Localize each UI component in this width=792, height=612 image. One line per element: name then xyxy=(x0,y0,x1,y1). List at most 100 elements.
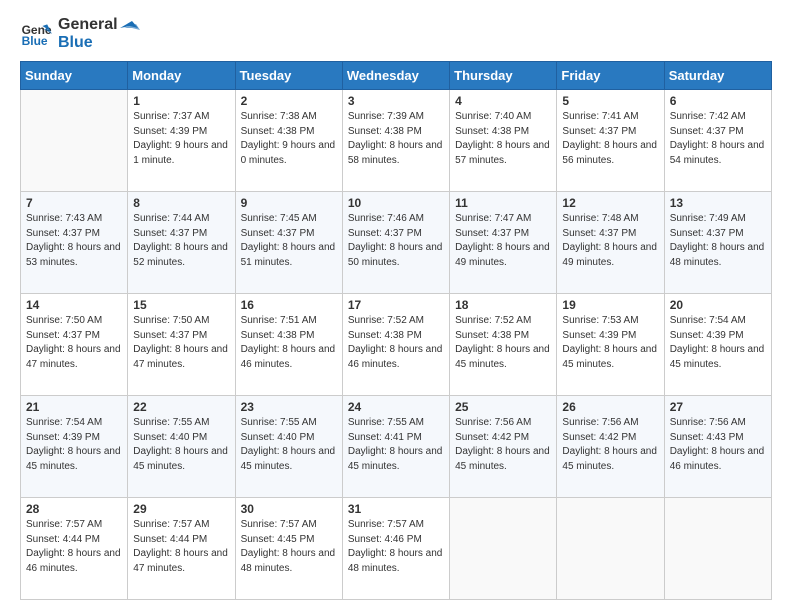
day-number: 16 xyxy=(241,298,337,312)
day-number: 28 xyxy=(26,502,122,516)
daylight-text: Daylight: 8 hours and 53 minutes. xyxy=(26,241,122,270)
calendar-cell: 21 Sunrise: 7:54 AM Sunset: 4:39 PM Dayl… xyxy=(21,396,128,498)
sunrise-text: Sunrise: 7:55 AM xyxy=(133,416,229,431)
sunrise-text: Sunrise: 7:52 AM xyxy=(455,314,551,329)
week-row-5: 28 Sunrise: 7:57 AM Sunset: 4:44 PM Dayl… xyxy=(21,498,772,600)
sunset-text: Sunset: 4:37 PM xyxy=(26,227,122,242)
cell-details: Sunrise: 7:48 AM Sunset: 4:37 PM Dayligh… xyxy=(562,212,658,270)
cell-details: Sunrise: 7:57 AM Sunset: 4:45 PM Dayligh… xyxy=(241,518,337,576)
daylight-text: Daylight: 8 hours and 49 minutes. xyxy=(455,241,551,270)
sunrise-text: Sunrise: 7:41 AM xyxy=(562,110,658,125)
cell-details: Sunrise: 7:56 AM Sunset: 4:42 PM Dayligh… xyxy=(562,416,658,474)
sunset-text: Sunset: 4:37 PM xyxy=(26,329,122,344)
cell-details: Sunrise: 7:55 AM Sunset: 4:41 PM Dayligh… xyxy=(348,416,444,474)
calendar-cell: 11 Sunrise: 7:47 AM Sunset: 4:37 PM Dayl… xyxy=(450,192,557,294)
sunset-text: Sunset: 4:40 PM xyxy=(241,431,337,446)
calendar-cell: 22 Sunrise: 7:55 AM Sunset: 4:40 PM Dayl… xyxy=(128,396,235,498)
sunrise-text: Sunrise: 7:37 AM xyxy=(133,110,229,125)
daylight-text: Daylight: 8 hours and 46 minutes. xyxy=(670,445,766,474)
sunset-text: Sunset: 4:38 PM xyxy=(241,329,337,344)
day-number: 20 xyxy=(670,298,766,312)
calendar-cell: 14 Sunrise: 7:50 AM Sunset: 4:37 PM Dayl… xyxy=(21,294,128,396)
calendar-cell: 29 Sunrise: 7:57 AM Sunset: 4:44 PM Dayl… xyxy=(128,498,235,600)
calendar-cell: 2 Sunrise: 7:38 AM Sunset: 4:38 PM Dayli… xyxy=(235,90,342,192)
cell-details: Sunrise: 7:57 AM Sunset: 4:44 PM Dayligh… xyxy=(133,518,229,576)
calendar-cell: 8 Sunrise: 7:44 AM Sunset: 4:37 PM Dayli… xyxy=(128,192,235,294)
calendar-cell: 24 Sunrise: 7:55 AM Sunset: 4:41 PM Dayl… xyxy=(342,396,449,498)
calendar-cell: 5 Sunrise: 7:41 AM Sunset: 4:37 PM Dayli… xyxy=(557,90,664,192)
week-row-1: 1 Sunrise: 7:37 AM Sunset: 4:39 PM Dayli… xyxy=(21,90,772,192)
cell-details: Sunrise: 7:46 AM Sunset: 4:37 PM Dayligh… xyxy=(348,212,444,270)
sunrise-text: Sunrise: 7:56 AM xyxy=(670,416,766,431)
cell-details: Sunrise: 7:44 AM Sunset: 4:37 PM Dayligh… xyxy=(133,212,229,270)
day-number: 17 xyxy=(348,298,444,312)
sunrise-text: Sunrise: 7:48 AM xyxy=(562,212,658,227)
day-number: 19 xyxy=(562,298,658,312)
cell-details: Sunrise: 7:55 AM Sunset: 4:40 PM Dayligh… xyxy=(133,416,229,474)
sunset-text: Sunset: 4:37 PM xyxy=(133,329,229,344)
day-number: 25 xyxy=(455,400,551,414)
day-number: 31 xyxy=(348,502,444,516)
calendar-cell: 25 Sunrise: 7:56 AM Sunset: 4:42 PM Dayl… xyxy=(450,396,557,498)
calendar-cell: 10 Sunrise: 7:46 AM Sunset: 4:37 PM Dayl… xyxy=(342,192,449,294)
calendar-cell: 6 Sunrise: 7:42 AM Sunset: 4:37 PM Dayli… xyxy=(664,90,771,192)
sunset-text: Sunset: 4:37 PM xyxy=(562,125,658,140)
cell-details: Sunrise: 7:50 AM Sunset: 4:37 PM Dayligh… xyxy=(133,314,229,372)
sunset-text: Sunset: 4:37 PM xyxy=(133,227,229,242)
day-number: 7 xyxy=(26,196,122,210)
day-number: 12 xyxy=(562,196,658,210)
sunset-text: Sunset: 4:38 PM xyxy=(348,329,444,344)
sunrise-text: Sunrise: 7:56 AM xyxy=(562,416,658,431)
day-number: 27 xyxy=(670,400,766,414)
day-number: 6 xyxy=(670,94,766,108)
sunset-text: Sunset: 4:43 PM xyxy=(670,431,766,446)
day-number: 24 xyxy=(348,400,444,414)
day-number: 13 xyxy=(670,196,766,210)
daylight-text: Daylight: 8 hours and 45 minutes. xyxy=(455,445,551,474)
calendar-page: General Blue General Blue SundayMondayTu… xyxy=(0,0,792,612)
logo-bird-icon xyxy=(110,11,140,41)
daylight-text: Daylight: 8 hours and 48 minutes. xyxy=(348,547,444,576)
logo-icon: General Blue xyxy=(20,18,52,50)
sunrise-text: Sunrise: 7:44 AM xyxy=(133,212,229,227)
sunrise-text: Sunrise: 7:50 AM xyxy=(26,314,122,329)
daylight-text: Daylight: 8 hours and 46 minutes. xyxy=(26,547,122,576)
weekday-header-monday: Monday xyxy=(128,62,235,90)
sunrise-text: Sunrise: 7:57 AM xyxy=(26,518,122,533)
sunset-text: Sunset: 4:38 PM xyxy=(455,329,551,344)
sunset-text: Sunset: 4:37 PM xyxy=(348,227,444,242)
weekday-header-saturday: Saturday xyxy=(664,62,771,90)
calendar-cell: 7 Sunrise: 7:43 AM Sunset: 4:37 PM Dayli… xyxy=(21,192,128,294)
cell-details: Sunrise: 7:56 AM Sunset: 4:43 PM Dayligh… xyxy=(670,416,766,474)
day-number: 8 xyxy=(133,196,229,210)
calendar-cell: 17 Sunrise: 7:52 AM Sunset: 4:38 PM Dayl… xyxy=(342,294,449,396)
sunset-text: Sunset: 4:40 PM xyxy=(133,431,229,446)
calendar-cell xyxy=(664,498,771,600)
day-number: 15 xyxy=(133,298,229,312)
daylight-text: Daylight: 8 hours and 48 minutes. xyxy=(241,547,337,576)
weekday-row: SundayMondayTuesdayWednesdayThursdayFrid… xyxy=(21,62,772,90)
cell-details: Sunrise: 7:45 AM Sunset: 4:37 PM Dayligh… xyxy=(241,212,337,270)
calendar-cell: 20 Sunrise: 7:54 AM Sunset: 4:39 PM Dayl… xyxy=(664,294,771,396)
sunset-text: Sunset: 4:39 PM xyxy=(26,431,122,446)
daylight-text: Daylight: 8 hours and 46 minutes. xyxy=(241,343,337,372)
calendar-cell: 4 Sunrise: 7:40 AM Sunset: 4:38 PM Dayli… xyxy=(450,90,557,192)
day-number: 18 xyxy=(455,298,551,312)
sunset-text: Sunset: 4:38 PM xyxy=(455,125,551,140)
daylight-text: Daylight: 8 hours and 45 minutes. xyxy=(133,445,229,474)
cell-details: Sunrise: 7:52 AM Sunset: 4:38 PM Dayligh… xyxy=(348,314,444,372)
daylight-text: Daylight: 8 hours and 49 minutes. xyxy=(562,241,658,270)
calendar-cell: 3 Sunrise: 7:39 AM Sunset: 4:38 PM Dayli… xyxy=(342,90,449,192)
daylight-text: Daylight: 8 hours and 47 minutes. xyxy=(133,547,229,576)
header: General Blue General Blue xyxy=(20,16,772,51)
svg-text:Blue: Blue xyxy=(22,34,48,48)
cell-details: Sunrise: 7:57 AM Sunset: 4:44 PM Dayligh… xyxy=(26,518,122,576)
weekday-header-thursday: Thursday xyxy=(450,62,557,90)
weekday-header-wednesday: Wednesday xyxy=(342,62,449,90)
sunset-text: Sunset: 4:38 PM xyxy=(348,125,444,140)
sunset-text: Sunset: 4:39 PM xyxy=(562,329,658,344)
daylight-text: Daylight: 8 hours and 54 minutes. xyxy=(670,139,766,168)
cell-details: Sunrise: 7:43 AM Sunset: 4:37 PM Dayligh… xyxy=(26,212,122,270)
cell-details: Sunrise: 7:54 AM Sunset: 4:39 PM Dayligh… xyxy=(26,416,122,474)
sunrise-text: Sunrise: 7:57 AM xyxy=(133,518,229,533)
